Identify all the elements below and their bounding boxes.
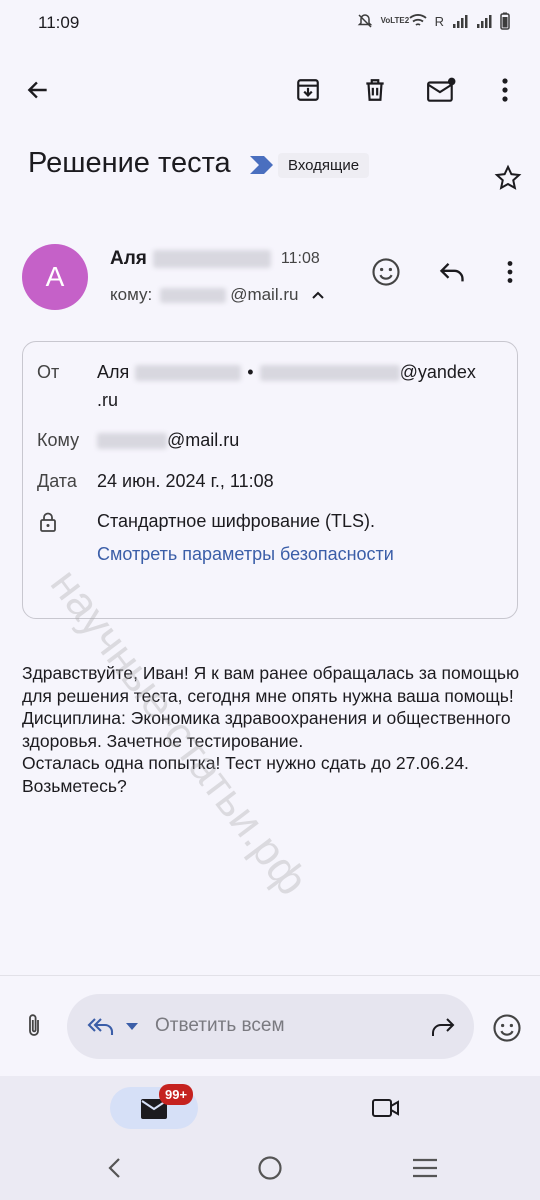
redacted-surname [152,250,271,268]
from-name: Аля [97,362,130,382]
system-home-button[interactable] [252,1150,288,1186]
reply-all-icon [87,1018,114,1035]
message-more-button[interactable] [494,252,526,292]
back-button[interactable] [18,70,58,110]
to-domain: @mail.ru [230,285,299,304]
inbox-label-chip[interactable]: Входящие [278,153,370,178]
signal-icon-2 [477,15,492,28]
sender-name: Аля [110,248,147,269]
archive-icon [297,79,319,101]
bottom-nav: 99+ [0,1076,540,1136]
security-details-link[interactable]: Смотреть параметры безопасности [97,544,394,565]
sender-row: Аля 11:08 [110,248,320,270]
mark-unread-button[interactable] [421,70,461,110]
reply-button[interactable] [432,252,472,292]
forward-icon[interactable] [429,1016,457,1038]
more-vert-icon [507,261,513,283]
to-label: Кому [37,430,80,450]
arrow-left-icon [27,81,47,99]
emoji-icon [493,1014,521,1042]
more-vert-icon [502,78,508,102]
delete-button[interactable] [355,70,395,110]
status-time: 11:09 [38,13,80,32]
attach-button[interactable] [16,1008,52,1044]
redacted-from-surname [135,364,242,381]
important-marker-icon [250,156,273,174]
battery-icon [500,12,510,30]
lock-icon [40,512,56,532]
circle-home-icon [258,1156,282,1180]
to-prefix: кому: [110,285,153,304]
meet-tab[interactable] [362,1088,410,1128]
recipient-row[interactable]: кому: @mail.ru [110,285,326,305]
mute-icon [357,14,372,28]
mail-unread-icon [427,77,456,102]
video-camera-icon [372,1099,399,1117]
from-label: От [37,362,60,382]
status-bar: 11:09 VoLTE2 R [0,0,540,48]
redacted-to-email [97,432,167,449]
paperclip-icon [29,1014,39,1036]
to-value-domain: @mail.ru [167,430,240,450]
star-icon [494,164,522,190]
from-separator: • [247,362,254,382]
more-button[interactable] [488,70,522,110]
status-icons: VoLTE2 R [357,12,510,30]
emoji-reaction-button[interactable] [488,1009,526,1047]
star-button[interactable] [488,158,528,198]
chevron-left-icon [108,1158,120,1178]
unread-badge: 99+ [159,1084,194,1105]
from-domain: @yandex [399,362,476,382]
system-back-button[interactable] [96,1150,132,1186]
divider [0,975,540,976]
system-recents-button[interactable] [406,1150,444,1186]
reply-all-bar[interactable]: Ответить всем [67,994,474,1059]
email-subject: Решение теста [28,147,231,179]
encryption-text: Стандартное шифрование (TLS). [97,511,376,531]
date-label: Дата [37,471,77,491]
chevron-up-icon [312,291,325,299]
sender-avatar[interactable]: A [22,244,88,310]
menu-lines-icon [413,1158,437,1178]
wifi-icon [409,14,427,26]
system-nav-bar [0,1136,540,1200]
date-value: 24 июн. 2024 г., 11:08 [97,471,274,491]
volte-icon: VoLTE2 [380,16,410,25]
archive-button[interactable] [288,70,328,110]
emoji-icon [372,258,400,286]
signal-icon [453,15,468,28]
message-body: Здравствуйте, Иван! Я к вам ранее обраща… [22,663,520,796]
from-value: Аля • @yandex [97,362,476,383]
to-value: @mail.ru [97,430,239,451]
reply-icon [439,263,464,282]
message-details-panel: От Аля • @yandex .ru Кому @mail.ru Дата … [22,341,518,619]
roaming-indicator: R [434,13,444,29]
redacted-from-email [259,364,400,381]
redacted-recipient [160,287,227,303]
add-reaction-button[interactable] [366,252,406,292]
message-time: 11:08 [280,250,320,267]
from-domain-continued: .ru [97,390,119,410]
reply-placeholder: Ответить всем [155,1015,285,1036]
chevron-down-icon[interactable] [125,1022,139,1031]
trash-icon [366,79,384,101]
